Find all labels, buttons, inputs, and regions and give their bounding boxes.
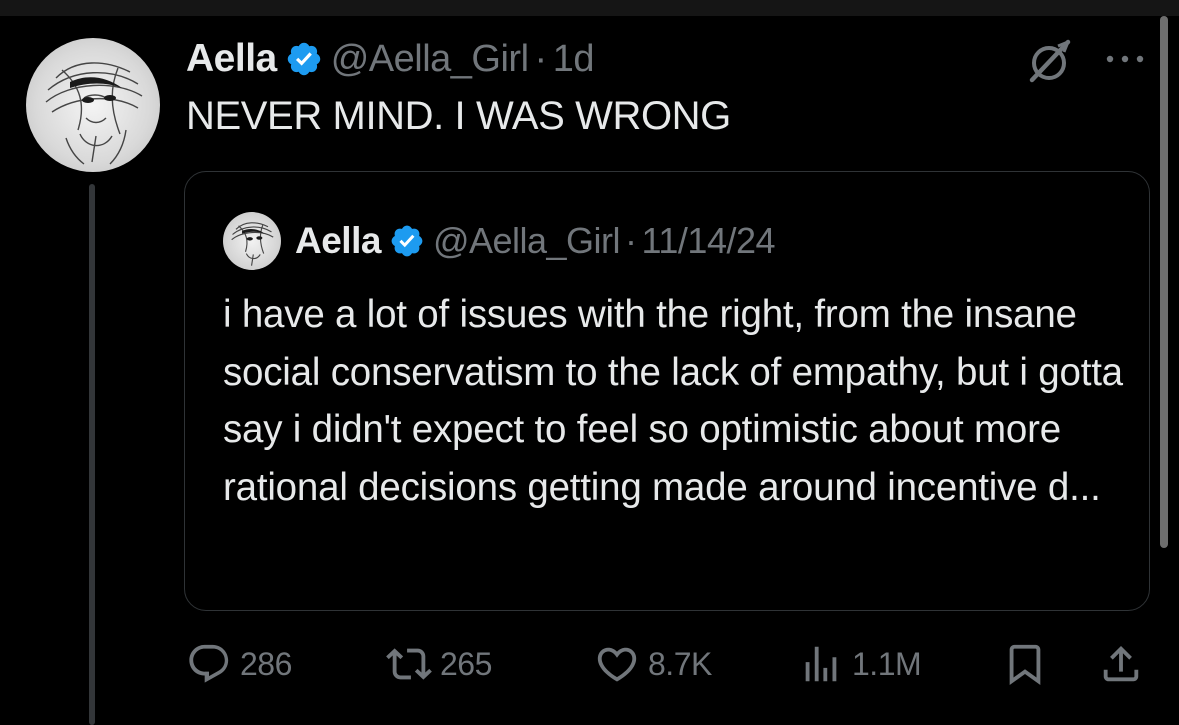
bookmark-icon: [1009, 644, 1041, 685]
more-icon[interactable]: [1100, 44, 1150, 74]
avatar[interactable]: [26, 38, 160, 172]
separator-dot: ·: [625, 220, 637, 261]
verified-badge-icon: [287, 42, 320, 76]
scrollbar[interactable]: [1160, 16, 1168, 548]
quoted-tweet-card[interactable]: Aella @Aella_Girl · 11/14/24 i have a lo…: [184, 171, 1150, 611]
tweet-text: NEVER MIND. I WAS WRONG: [186, 94, 731, 138]
repost-button[interactable]: 265: [386, 634, 492, 694]
quoted-tweet-text: i have a lot of issues with the right, f…: [223, 293, 1123, 509]
verified-badge-icon: [391, 225, 423, 257]
share-icon: [1103, 645, 1139, 682]
tweet-header: Aella @Aella_Girl · 1d: [186, 36, 594, 82]
repost-icon: [386, 648, 432, 680]
quoted-author-handle[interactable]: @Aella_Girl: [433, 220, 621, 262]
bookmark-button[interactable]: [1002, 634, 1048, 694]
views-button[interactable]: 1.1M: [798, 634, 922, 694]
views-count: 1.1M: [852, 645, 922, 682]
reply-count: 286: [240, 645, 292, 682]
share-button[interactable]: [1098, 634, 1144, 694]
quoted-author-name[interactable]: Aella: [295, 220, 381, 262]
quoted-timestamp[interactable]: 11/14/24: [642, 220, 776, 262]
quoted-tweet-header: Aella @Aella_Girl · 11/14/24: [295, 218, 776, 264]
avatar-sketch-image: [45, 62, 143, 165]
like-count: 8.7K: [648, 645, 712, 682]
action-bar: 286 265 8.7K 1.1M: [0, 634, 1179, 694]
heart-icon: [597, 647, 637, 682]
like-button[interactable]: 8.7K: [594, 634, 712, 694]
author-name[interactable]: Aella: [186, 37, 277, 81]
quoted-avatar[interactable]: [223, 212, 281, 270]
reply-button[interactable]: 286: [186, 634, 292, 694]
grok-icon[interactable]: [1024, 36, 1074, 86]
repost-count: 265: [440, 645, 492, 682]
top-status-strip: [0, 0, 1179, 16]
views-icon: [805, 646, 837, 682]
reply-icon: [189, 644, 229, 683]
separator-dot: ·: [534, 37, 548, 80]
author-handle[interactable]: @Aella_Girl: [331, 38, 529, 81]
timestamp[interactable]: 1d: [553, 38, 595, 81]
quoted-avatar-sketch-image: [231, 222, 274, 266]
